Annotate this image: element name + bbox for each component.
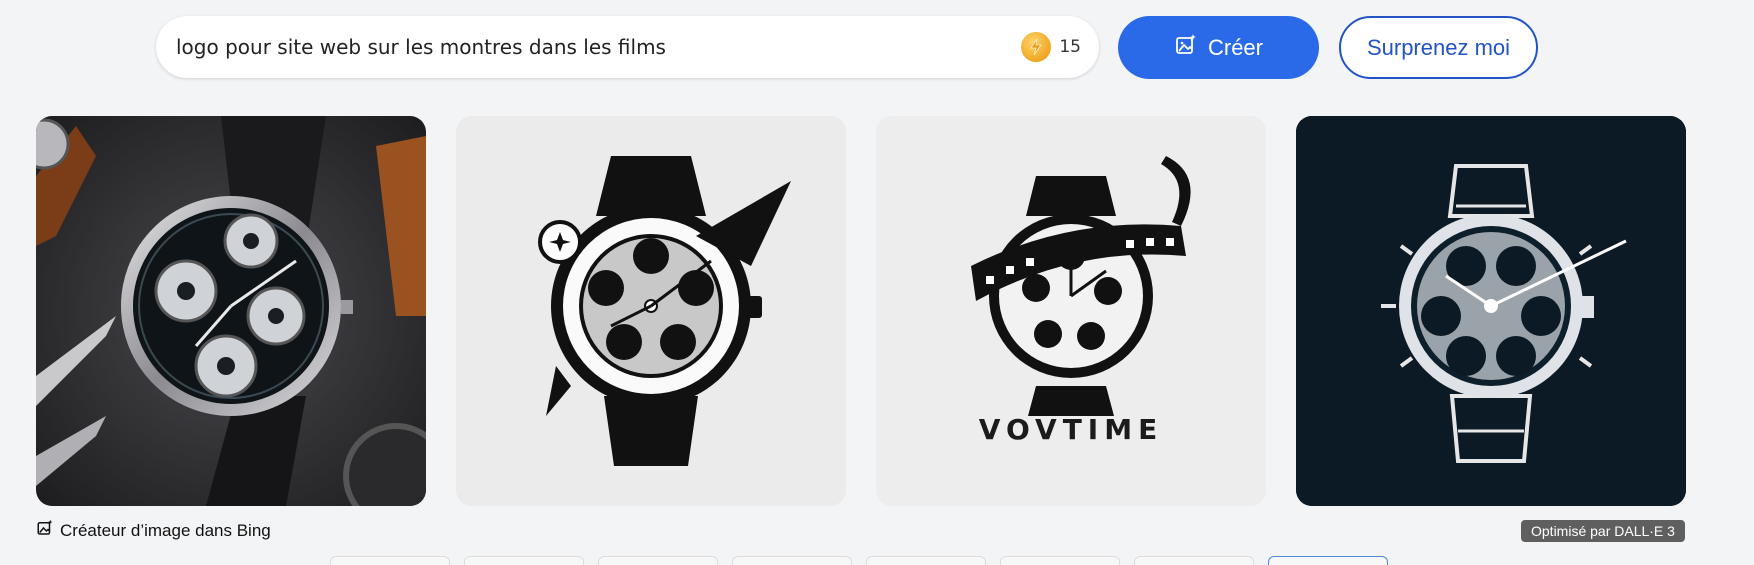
dark-watch-logo-image	[1296, 116, 1686, 506]
generated-image-4[interactable]	[1296, 116, 1686, 506]
create-label: Créer	[1207, 34, 1263, 60]
generated-image-3[interactable]: VOVTIME	[876, 116, 1266, 506]
prompt-input[interactable]: logo pour site web sur les montres dans …	[156, 16, 1099, 78]
vovtime-logo-image: VOVTIME	[876, 116, 1266, 506]
surprise-button[interactable]: Surprenez moi	[1339, 16, 1538, 79]
lightning-icon	[1021, 32, 1052, 62]
boost-indicator[interactable]: 15	[1021, 32, 1081, 62]
vovtime-logo-text: VOVTIME	[979, 413, 1163, 446]
watch-reel-photo-image	[36, 116, 426, 506]
prompt-text[interactable]: logo pour site web sur les montres dans …	[176, 16, 666, 78]
surprise-label: Surprenez moi	[1366, 34, 1511, 60]
creator-label: Créateur d’image dans Bing	[60, 520, 271, 540]
image-sparkle-icon	[36, 519, 54, 542]
generated-image-1[interactable]	[36, 116, 426, 506]
powered-by-badge: Optimisé par DALL·E 3	[1521, 520, 1685, 542]
create-button[interactable]: Créer	[1118, 16, 1319, 79]
watch-film-logo-image	[456, 116, 846, 506]
generated-image-2[interactable]	[456, 116, 846, 506]
bing-image-creator-link[interactable]: Créateur d’image dans Bing	[36, 519, 271, 542]
boost-count: 15	[1059, 37, 1081, 57]
image-sparkle-icon	[1174, 33, 1198, 63]
